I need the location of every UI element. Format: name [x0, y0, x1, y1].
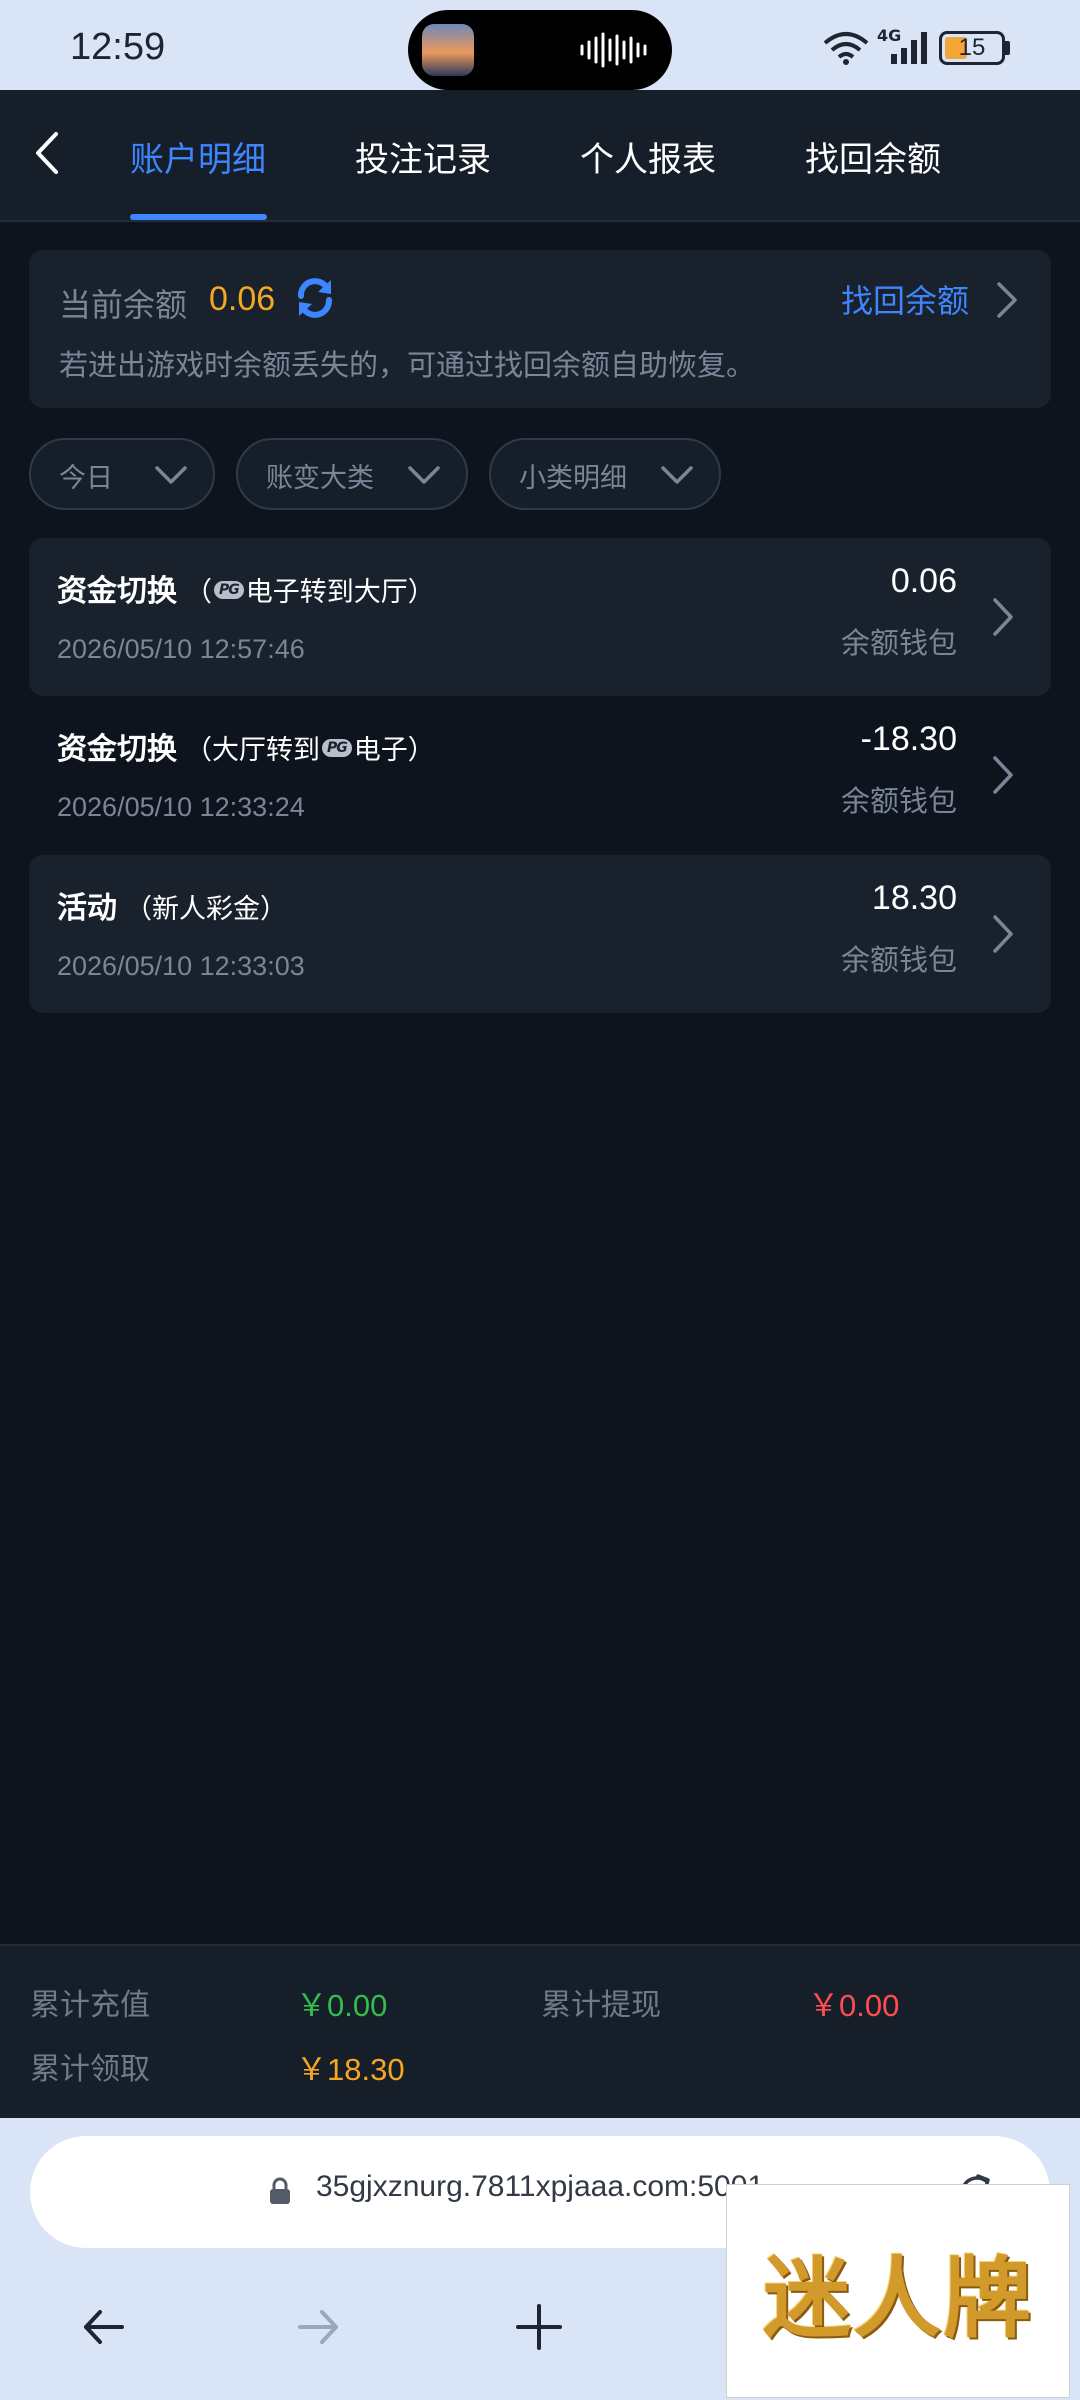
record-title: 活动 （新人彩金）	[57, 883, 287, 927]
chevron-right-icon[interactable]	[993, 278, 1021, 322]
record-time: 2026/05/10 12:57:46	[57, 634, 305, 664]
new-tab-plus-icon[interactable]	[514, 2302, 564, 2352]
record-title: 资金切换 （大厅转到 PG 电子）	[57, 724, 435, 768]
battery-icon: 15	[939, 31, 1005, 65]
balance-value: 0.06	[209, 280, 276, 318]
list-item[interactable]: 活动 （新人彩金） 2026/05/10 12:33:03 18.30 余额钱包	[29, 855, 1051, 1013]
record-detail: （PG 电子转到大厅）	[185, 570, 435, 609]
record-detail: （大厅转到 PG 电子）	[185, 728, 435, 767]
pg-logo-icon: PG	[214, 580, 244, 599]
filter-subcategory[interactable]: 小类明细	[489, 438, 721, 510]
record-amount: 0.06	[890, 562, 957, 600]
chevron-right-icon[interactable]	[989, 752, 1017, 798]
wifi-icon	[823, 32, 869, 65]
tab-account-details[interactable]: 账户明细	[130, 132, 266, 181]
detail-text: （新人彩金）	[125, 894, 287, 925]
record-type: 资金切换	[57, 732, 177, 767]
filter-category[interactable]: 账变大类	[236, 438, 468, 510]
balance-note: 若进出游戏时余额丢失的，可通过找回余额自助恢复。	[59, 348, 756, 382]
detail-text: 电子）	[353, 735, 435, 766]
status-icons: 4G 15	[823, 26, 1010, 68]
browser-forward-icon[interactable]	[294, 2302, 344, 2352]
total-deposit-value: ￥0.00	[296, 1988, 388, 2023]
battery-indicator: 15	[939, 31, 1010, 65]
record-wallet: 余额钱包	[840, 943, 957, 977]
detail-text: 电子转到大厅）	[245, 577, 435, 608]
list-item[interactable]: 资金切换 （大厅转到 PG 电子） 2026/05/10 12:33:24 -18.…	[29, 696, 1051, 854]
summary-panel: 累计充值 ￥0.00 累计提现 ￥0.00 累计领取 ￥18.30	[0, 1944, 1080, 2118]
refresh-icon[interactable]	[291, 274, 339, 322]
record-time: 2026/05/10 12:33:24	[57, 792, 305, 822]
url-text: 35gjxznurg.7811xpjaaa.com:5001	[316, 2170, 765, 2203]
balance-label: 当前余额	[59, 286, 188, 324]
status-bar: 12:59 4G 15	[0, 0, 1080, 90]
detail-open: （	[185, 577, 212, 608]
filter-subcategory-label: 小类明细	[519, 463, 627, 494]
filter-category-label: 账变大类	[266, 463, 374, 494]
signal-bars-icon	[891, 32, 927, 64]
record-amount: -18.30	[860, 720, 957, 758]
tab-personal-report[interactable]: 个人报表	[580, 132, 716, 181]
active-tab-indicator	[130, 214, 267, 220]
balance-card: 当前余额 0.06 找回余额 若进出游戏时余额丢失的，可通过找回余额自助恢复。	[29, 250, 1051, 408]
detail-text-pre: （大厅转到	[185, 735, 320, 766]
top-nav: 账户明细 投注记录 个人报表 找回余额	[0, 90, 1080, 222]
chevron-right-icon[interactable]	[989, 594, 1017, 640]
back-chevron-icon[interactable]	[26, 126, 66, 180]
pg-logo-icon: PG	[322, 738, 352, 757]
chevron-down-icon	[408, 466, 440, 484]
battery-level: 15	[958, 34, 986, 61]
cellular-signal: 4G	[877, 26, 931, 66]
record-amount: 18.30	[871, 879, 957, 917]
record-type: 资金切换	[57, 574, 177, 609]
watermark-logo: 迷人牌	[726, 2184, 1070, 2398]
record-type: 活动	[57, 891, 117, 926]
record-title: 资金切换 （PG 电子转到大厅）	[57, 566, 435, 610]
recover-balance-link[interactable]: 找回余额	[841, 276, 969, 322]
status-time: 12:59	[70, 26, 166, 68]
record-wallet: 余额钱包	[840, 626, 957, 660]
media-thumbnail	[422, 24, 474, 76]
filter-date[interactable]: 今日	[29, 438, 215, 510]
total-deposit-label: 累计充值	[30, 1988, 150, 2023]
record-time: 2026/05/10 12:33:03	[57, 951, 305, 981]
total-claim-label: 累计领取	[30, 2052, 150, 2087]
dynamic-island[interactable]	[408, 10, 672, 90]
watermark-text: 迷人牌	[762, 2245, 1033, 2350]
list-item[interactable]: 资金切换 （PG 电子转到大厅） 2026/05/10 12:57:46 0.06…	[29, 538, 1051, 696]
filter-date-label: 今日	[59, 463, 113, 494]
record-detail: （新人彩金）	[125, 887, 287, 926]
chevron-down-icon	[155, 466, 187, 484]
total-withdraw-value: ￥0.00	[808, 1988, 900, 2023]
total-withdraw-label: 累计提现	[541, 1988, 661, 2023]
tab-recover-balance[interactable]: 找回余额	[805, 132, 941, 181]
audio-wave-icon	[580, 32, 647, 68]
total-claim-value: ￥18.30	[296, 2052, 405, 2087]
lock-icon	[270, 2177, 290, 2204]
record-wallet: 余额钱包	[840, 784, 957, 818]
browser-back-icon[interactable]	[78, 2302, 128, 2352]
chevron-down-icon	[661, 466, 693, 484]
tab-bet-records[interactable]: 投注记录	[355, 132, 491, 181]
chevron-right-icon[interactable]	[989, 911, 1017, 957]
